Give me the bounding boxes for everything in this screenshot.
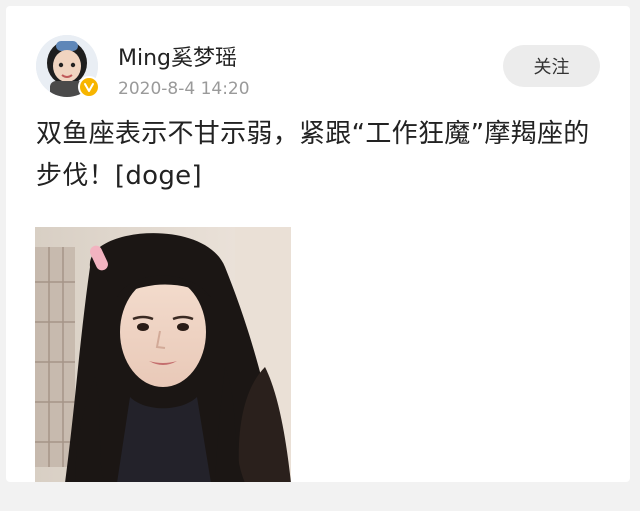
post-text: 双鱼座表示不甘示弱，紧跟“工作狂魔”摩羯座的步伐！[doge] <box>36 119 590 191</box>
follow-button[interactable]: 关注 <box>503 45 600 87</box>
verified-badge-icon <box>78 76 100 98</box>
post-timestamp: 2020-8-4 14:20 <box>118 79 250 99</box>
feed-background <box>0 482 640 511</box>
post-image[interactable] <box>35 227 291 483</box>
selfie-photo <box>35 227 291 483</box>
author-name[interactable]: Ming奚梦瑶 <box>118 40 237 72</box>
